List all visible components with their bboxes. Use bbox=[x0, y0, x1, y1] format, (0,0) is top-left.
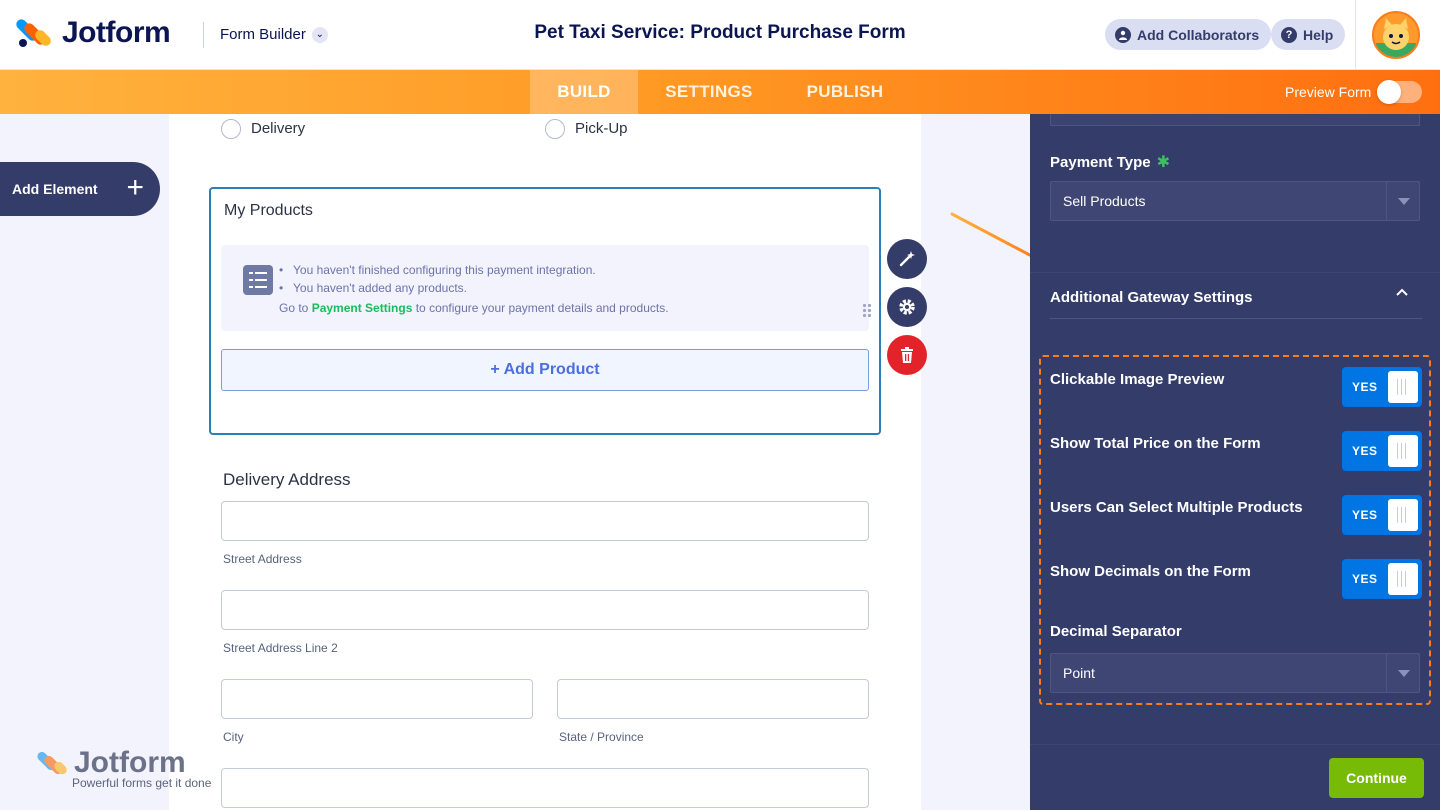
products-field[interactable]: My Products You haven't finished configu… bbox=[209, 187, 881, 435]
plus-icon: + bbox=[126, 171, 144, 204]
payment-type-select[interactable]: Sell Products bbox=[1050, 181, 1420, 221]
user-icon bbox=[1115, 26, 1131, 43]
toggle-state: YES bbox=[1352, 572, 1378, 586]
field-settings-button[interactable] bbox=[887, 287, 927, 327]
total-price-toggle[interactable]: YES bbox=[1342, 431, 1422, 471]
jotform-logo[interactable]: Jotform bbox=[14, 16, 171, 50]
decimal-separator-value: Point bbox=[1063, 665, 1095, 681]
jotform-logo-icon bbox=[14, 17, 53, 49]
decimal-separator-label: Decimal Separator bbox=[1050, 623, 1182, 640]
state-label: State / Province bbox=[559, 730, 644, 744]
header-divider-right bbox=[1355, 0, 1356, 70]
caret-down-icon bbox=[1386, 654, 1419, 692]
help-button[interactable]: ? Help bbox=[1271, 19, 1346, 50]
watermark-tagline: Powerful forms get it done bbox=[72, 776, 212, 790]
products-title: My Products bbox=[224, 202, 313, 219]
warning-line-1: You haven't finished configuring this pa… bbox=[279, 263, 596, 277]
chevron-up-icon bbox=[1396, 288, 1408, 296]
gateway-divider bbox=[1050, 318, 1422, 319]
checklist-icon bbox=[243, 265, 273, 295]
image-preview-toggle[interactable]: YES bbox=[1342, 367, 1422, 407]
payment-type-value: Sell Products bbox=[1063, 193, 1146, 209]
payment-type-label: Payment Type ✱ bbox=[1050, 152, 1170, 172]
gateway-settings-title: Additional Gateway Settings bbox=[1050, 289, 1253, 306]
radio-delivery-label: Delivery bbox=[251, 120, 306, 137]
caret-down-icon bbox=[1386, 182, 1419, 220]
builder-nav: BUILD SETTINGS PUBLISH Preview Form bbox=[0, 70, 1440, 114]
top-header: Jotform Form Builder ⌄ Pet Taxi Service:… bbox=[0, 0, 1440, 70]
required-mark-icon: ✱ bbox=[1156, 154, 1170, 171]
warning-goto: Go to Payment Settings to configure your… bbox=[279, 301, 669, 315]
continue-button[interactable]: Continue bbox=[1329, 758, 1424, 798]
toggle-label-image-preview: Clickable Image Preview bbox=[1050, 371, 1225, 388]
add-element-label: Add Element bbox=[12, 181, 98, 197]
payment-warning: You haven't finished configuring this pa… bbox=[221, 245, 869, 331]
radio-delivery[interactable] bbox=[221, 119, 241, 139]
previous-select-edge bbox=[1050, 114, 1420, 126]
add-element-button[interactable]: Add Element + bbox=[0, 162, 160, 216]
gear-icon bbox=[899, 299, 915, 315]
help-label: Help bbox=[1303, 26, 1334, 43]
warning-line-2: You haven't added any products. bbox=[279, 281, 467, 295]
toggle-label-multiple-products: Users Can Select Multiple Products bbox=[1050, 499, 1303, 516]
form-builder-label: Form Builder bbox=[220, 26, 306, 43]
tab-publish[interactable]: PUBLISH bbox=[792, 70, 898, 114]
decimal-separator-select[interactable]: Point bbox=[1050, 653, 1420, 693]
magic-wand-icon bbox=[899, 251, 915, 267]
toggle-label-total-price: Show Total Price on the Form bbox=[1050, 435, 1261, 452]
trash-icon bbox=[901, 347, 913, 363]
delivery-address-title: Delivery Address bbox=[223, 470, 351, 489]
preview-form-label: Preview Form bbox=[1285, 84, 1372, 100]
add-product-button[interactable]: + Add Product bbox=[221, 349, 869, 391]
delete-field-button[interactable] bbox=[887, 335, 927, 375]
panel-footer-divider bbox=[1030, 744, 1440, 745]
chevron-down-icon: ⌄ bbox=[311, 26, 328, 43]
toggle-knob bbox=[1388, 435, 1418, 467]
toggle-knob bbox=[1388, 371, 1418, 403]
goto-prefix: Go to bbox=[279, 301, 312, 315]
toggle-label-decimals: Show Decimals on the Form bbox=[1050, 563, 1251, 580]
header-divider bbox=[203, 22, 204, 48]
decimals-toggle[interactable]: YES bbox=[1342, 559, 1422, 599]
toggle-state: YES bbox=[1352, 444, 1378, 458]
add-collaborators-label: Add Collaborators bbox=[1137, 26, 1260, 43]
jotform-watermark-icon bbox=[35, 750, 69, 780]
properties-panel: Payment Type ✱ Sell Products Additional G… bbox=[1030, 114, 1440, 810]
tab-settings[interactable]: SETTINGS bbox=[650, 70, 768, 114]
tab-build[interactable]: BUILD bbox=[530, 70, 638, 114]
form-canvas: Delivery Pick-Up My Products You haven't… bbox=[169, 114, 921, 810]
multiple-products-toggle[interactable]: YES bbox=[1342, 495, 1422, 535]
add-collaborators-button[interactable]: Add Collaborators bbox=[1105, 19, 1272, 50]
goto-suffix: to configure your payment details and pr… bbox=[412, 301, 669, 315]
avatar[interactable] bbox=[1372, 11, 1420, 59]
payment-settings-link[interactable]: Payment Settings bbox=[312, 301, 413, 315]
street-address-2-label: Street Address Line 2 bbox=[223, 641, 338, 655]
toggle-knob bbox=[1388, 499, 1418, 531]
street-address-2-input[interactable] bbox=[221, 590, 869, 630]
radio-pickup[interactable] bbox=[545, 119, 565, 139]
state-input[interactable] bbox=[557, 679, 869, 719]
watermark-title: Jotform bbox=[74, 746, 186, 779]
magic-wand-button[interactable] bbox=[887, 239, 927, 279]
toggle-knob bbox=[1388, 563, 1418, 595]
street-address-label: Street Address bbox=[223, 552, 302, 566]
postal-code-input[interactable] bbox=[221, 768, 869, 808]
drag-handle-icon[interactable] bbox=[862, 303, 872, 319]
form-builder-dropdown[interactable]: Form Builder ⌄ bbox=[220, 26, 328, 43]
city-input[interactable] bbox=[221, 679, 533, 719]
city-label: City bbox=[223, 730, 244, 744]
radio-pickup-label: Pick-Up bbox=[575, 120, 628, 137]
street-address-input[interactable] bbox=[221, 501, 869, 541]
preview-form-toggle[interactable] bbox=[1377, 80, 1422, 104]
gateway-settings-header[interactable]: Additional Gateway Settings bbox=[1030, 272, 1440, 320]
logo-text: Jotform bbox=[62, 16, 171, 49]
question-icon: ? bbox=[1281, 26, 1297, 43]
toggle-state: YES bbox=[1352, 508, 1378, 522]
toggle-state: YES bbox=[1352, 380, 1378, 394]
payment-type-text: Payment Type bbox=[1050, 154, 1151, 171]
